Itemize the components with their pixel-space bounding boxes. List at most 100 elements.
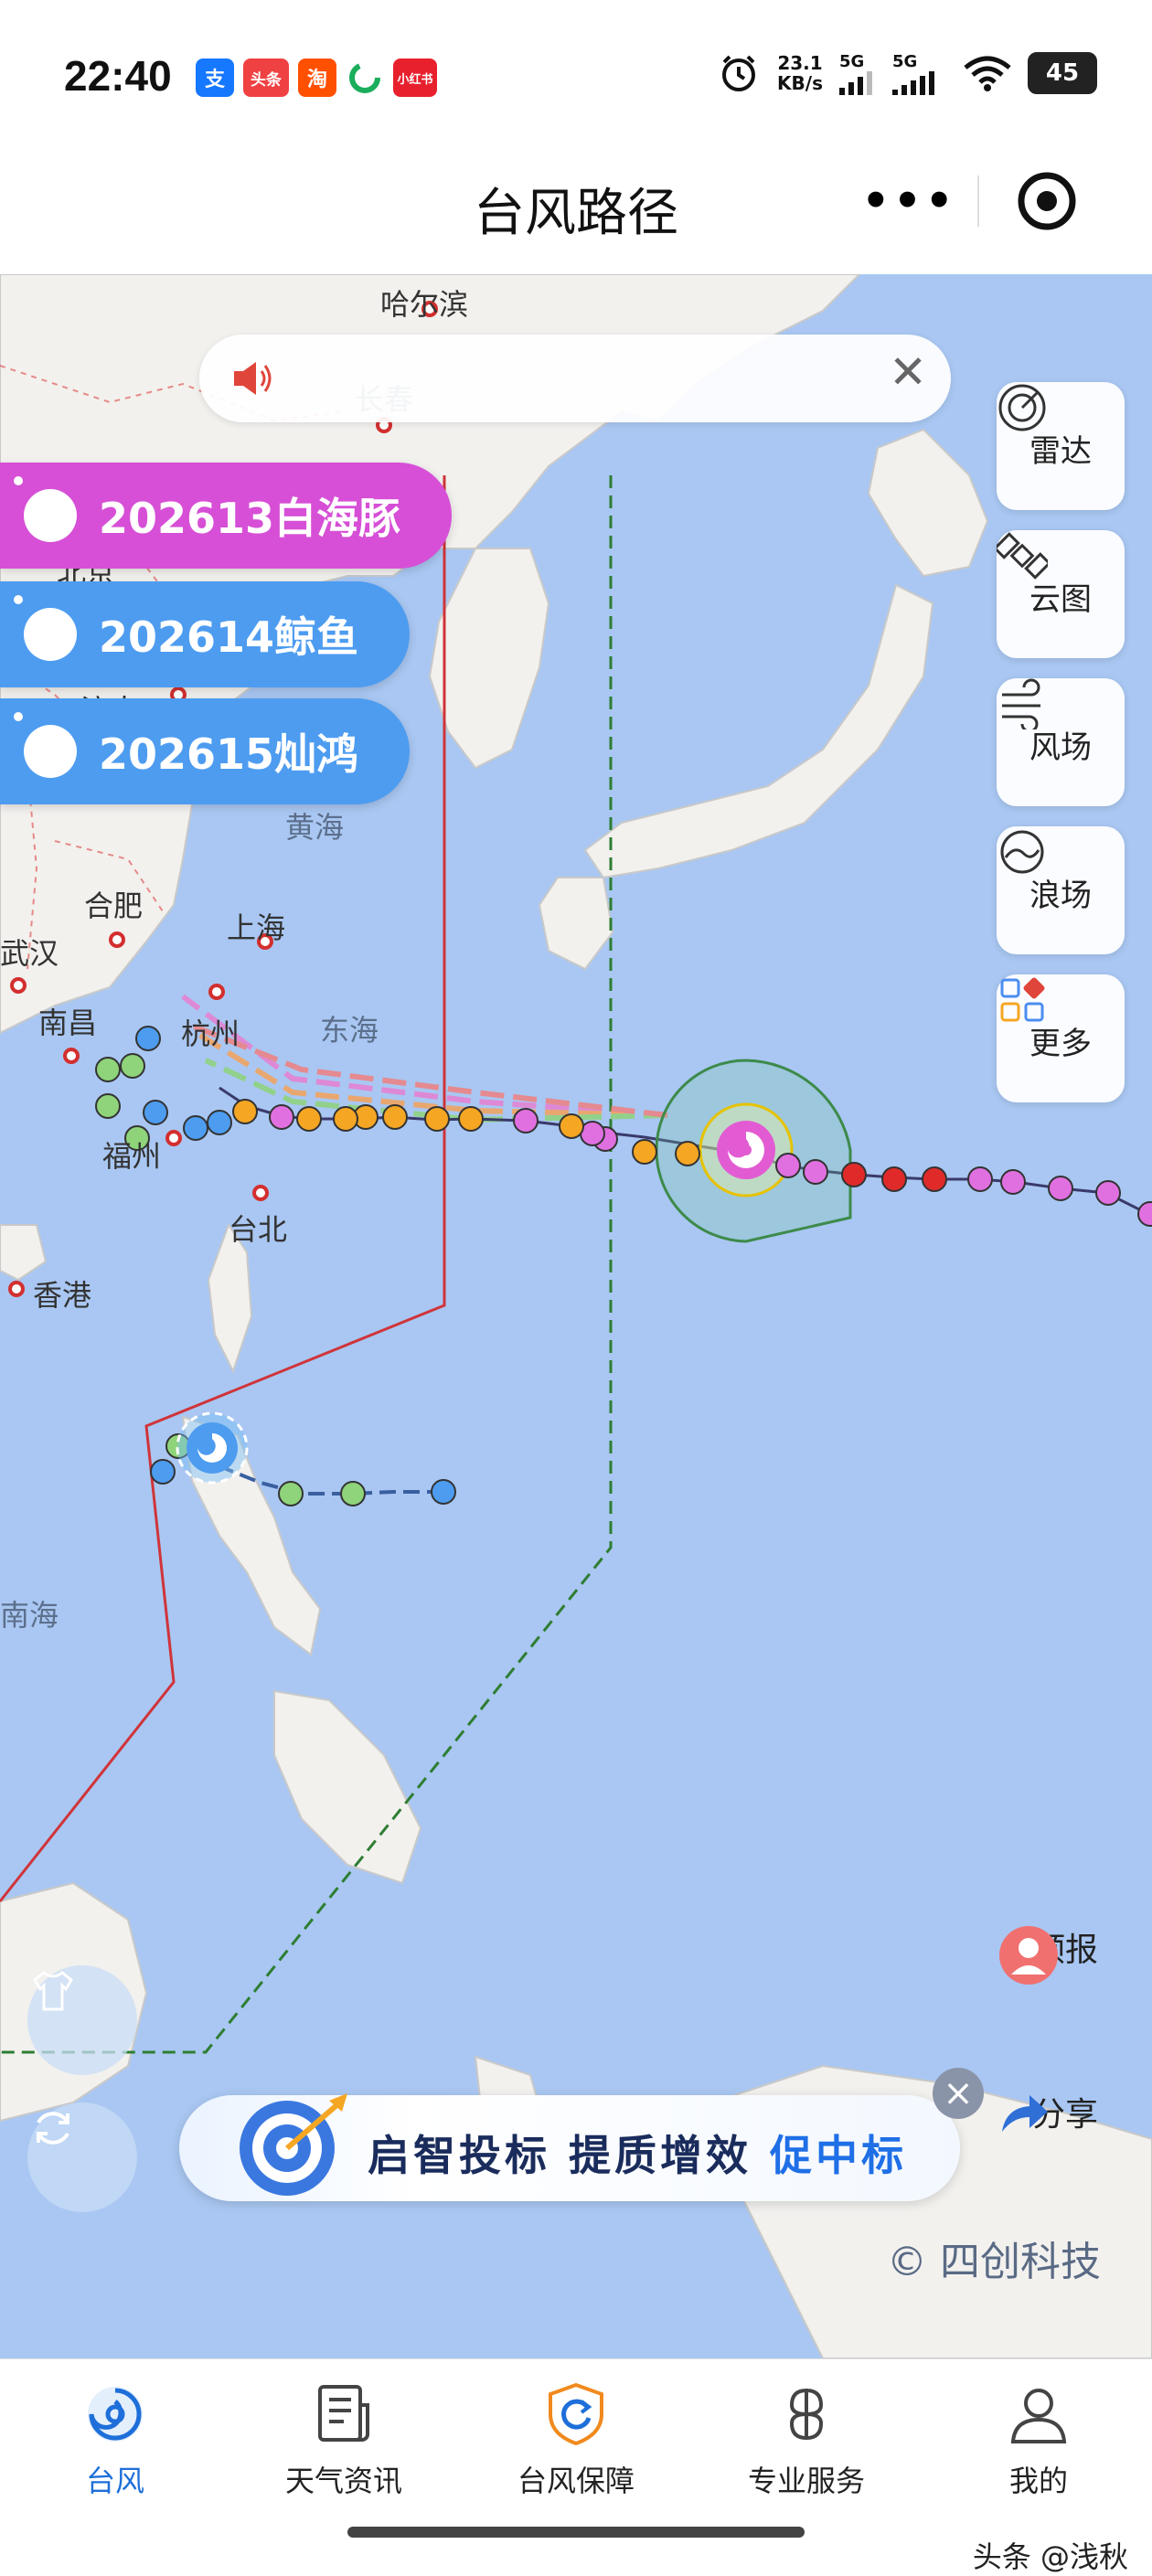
japan-kyushu-land	[538, 877, 614, 971]
signal-2-label: 5G	[892, 51, 918, 71]
satellite-icon	[997, 532, 1048, 580]
ad-close-button[interactable]: ×	[933, 2068, 984, 2119]
wind-icon	[1002, 678, 1040, 729]
ad-banner[interactable]: 启智投标 提质增效 促中标 ×	[179, 2068, 984, 2201]
city-marker-hefei	[109, 931, 125, 948]
typhoon-pill-202615[interactable]: 202615灿鸿	[0, 698, 410, 804]
map-label-fuzhou: 福州	[102, 1139, 162, 1174]
more-layers-button[interactable]: 更多	[997, 974, 1125, 1102]
radar-icon	[998, 384, 1046, 431]
tab-weather-news-label: 天气资讯	[284, 2464, 402, 2498]
track-point	[1137, 1201, 1152, 1227]
share-button[interactable]: 分享	[997, 2088, 1134, 2135]
toutiao-icon: 头条	[243, 59, 289, 97]
typhoon-icon	[4, 466, 77, 542]
tab-weather-news[interactable]: 天气资讯	[261, 2378, 426, 2500]
home-indicator	[347, 2527, 805, 2538]
shield-icon	[549, 2382, 603, 2446]
watermark: © 四创科技	[887, 2239, 1101, 2285]
ad-banner-highlight: 促中标	[770, 2131, 908, 2180]
map-label-east-sea: 东海	[320, 1013, 379, 1048]
status-time: 22:40	[64, 52, 172, 100]
wave-icon	[1000, 830, 1044, 874]
signal-bars-icon	[839, 70, 872, 95]
status-bar: 22:40 支 头条 淘 小红书 23.1 KB/s 5G 5G 45	[0, 0, 1152, 155]
map-label-harbin: 哈尔滨	[380, 287, 469, 322]
typhoon-202613-marker	[717, 1121, 775, 1179]
more-grid-icon	[1000, 977, 1045, 1022]
share-icon	[1002, 2095, 1048, 2132]
profile-icon	[1010, 2389, 1067, 2443]
tab-professional-service[interactable]: 专业服务	[724, 2378, 889, 2500]
track-point	[967, 1166, 993, 1192]
track-point	[803, 1159, 828, 1185]
clothing-layer-button[interactable]	[27, 1965, 137, 2075]
track-point	[632, 1139, 657, 1165]
typhoon-icon	[88, 2387, 143, 2442]
notice-bar[interactable]: ✕	[199, 335, 951, 422]
speaker-icon	[234, 362, 272, 395]
tab-professional-service-label: 专业服务	[747, 2464, 865, 2498]
map-label-south-sea: 南海	[0, 1598, 59, 1633]
signal-2: 5G	[892, 52, 947, 95]
satellite-button[interactable]: 云图	[997, 530, 1125, 658]
news-icon	[318, 2385, 369, 2442]
typhoon-icon	[4, 702, 77, 778]
wifi-icon	[964, 56, 1011, 91]
city-marker-wuhan	[10, 977, 27, 994]
map-label-hongkong: 香港	[33, 1278, 92, 1313]
track-point	[841, 1162, 867, 1187]
track-point	[1000, 1169, 1026, 1195]
track-point	[269, 1104, 294, 1130]
more-menu-button[interactable]: •••	[841, 179, 977, 223]
miniprogram-capsule: •••	[841, 166, 1115, 236]
track-point	[513, 1108, 539, 1134]
net-speed-unit: KB/s	[777, 72, 823, 94]
typhoon-pill-label: 202613白海豚	[99, 494, 401, 543]
japan-honshu-land	[583, 583, 934, 879]
notice-close-button[interactable]: ✕	[889, 346, 927, 399]
track-point	[207, 1110, 232, 1135]
net-speed: 23.1 KB/s	[777, 53, 823, 93]
wind-field-button[interactable]: 风场	[997, 678, 1125, 806]
city-marker-nanchang	[63, 1048, 80, 1064]
typhoon-pill-202614[interactable]: 202614鲸鱼	[0, 581, 410, 687]
track-point	[296, 1106, 322, 1132]
refresh-icon	[37, 2112, 69, 2145]
city-marker-fuzhou	[165, 1130, 182, 1146]
track-point	[135, 1026, 161, 1051]
typhoon-pill-202613[interactable]: 202613白海豚	[0, 463, 452, 569]
signal-bars-icon	[892, 70, 934, 95]
alarm-icon	[722, 55, 756, 91]
tab-typhoon-guarantee[interactable]: 台风保障	[494, 2378, 658, 2500]
forecaster-icon	[999, 1926, 1058, 1985]
forecast-button[interactable]: 预报	[997, 1923, 1134, 1985]
tab-mine[interactable]: 我的	[956, 2378, 1121, 2500]
map-label-yellow-sea: 黄海	[285, 810, 345, 845]
japan-hokkaido-land	[867, 428, 989, 578]
track-point	[1048, 1176, 1073, 1201]
city-marker-hongkong	[8, 1281, 25, 1297]
tab-typhoon[interactable]: 台风	[33, 2378, 197, 2500]
track-point	[143, 1100, 168, 1125]
xiaohongshu-icon: 小红书	[393, 59, 437, 97]
track-point	[95, 1057, 121, 1082]
city-marker-hangzhou	[208, 984, 225, 1000]
wave-field-button[interactable]: 浪场	[997, 826, 1125, 954]
track-point	[424, 1106, 450, 1132]
forecast-track-cn	[181, 994, 668, 1118]
typhoon-map[interactable]: 哈尔滨 长春 沈阳 北京 济南 黄海 合肥 武汉 上海 南昌 杭州 东海 福州 …	[0, 274, 1152, 2358]
track-point	[232, 1099, 258, 1124]
track-point	[675, 1141, 700, 1166]
title-bar: 台风路径 •••	[0, 155, 1152, 274]
source-credit: 头条 @浅秋	[972, 2539, 1128, 2574]
close-miniprogram-button[interactable]	[979, 169, 1115, 233]
ad-banner-text: 启智投标 提质增效 促中标	[368, 2123, 907, 2183]
forecast-track-jp	[195, 1030, 668, 1118]
radar-button[interactable]: 雷达	[997, 382, 1125, 510]
map-label-taibei: 台北	[229, 1212, 288, 1247]
refresh-button[interactable]	[27, 2102, 137, 2212]
philippines-south-land	[273, 1689, 422, 1885]
hainan-land	[0, 1224, 48, 1282]
track-point	[922, 1166, 947, 1192]
